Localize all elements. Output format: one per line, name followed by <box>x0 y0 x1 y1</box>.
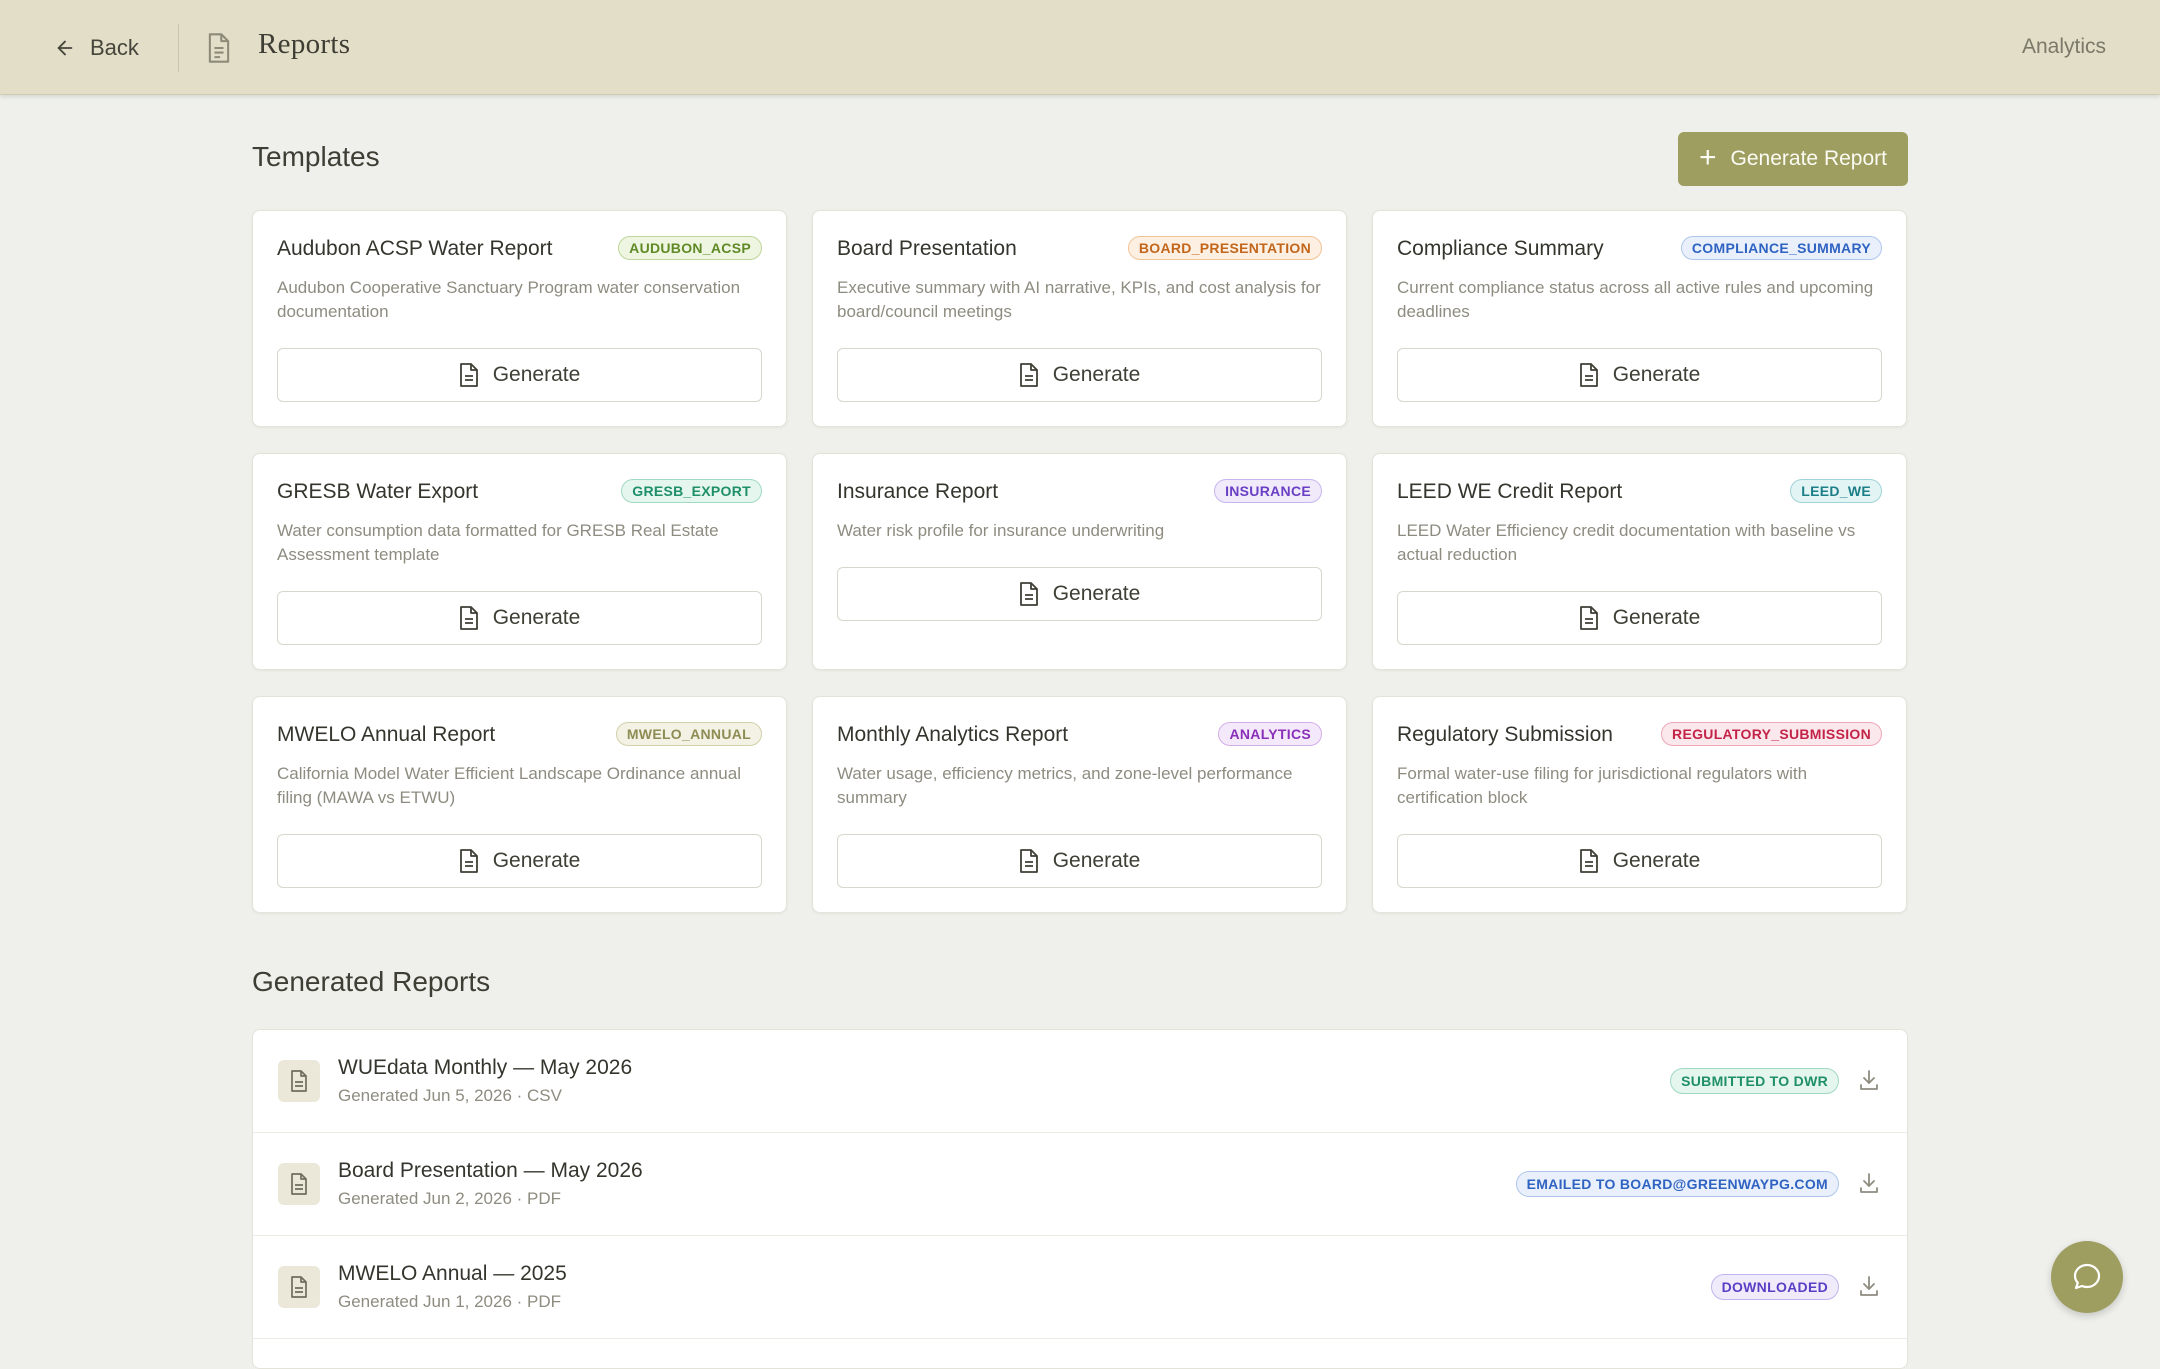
page-title: Reports <box>258 28 351 60</box>
report-name: MWELO Annual — 2025 <box>338 1262 567 1285</box>
header-divider <box>178 24 179 72</box>
download-icon[interactable] <box>1857 1171 1881 1195</box>
template-description: Water risk profile for insurance underwr… <box>837 521 1165 540</box>
generate-button[interactable]: Generate <box>837 834 1322 888</box>
arrow-left-icon <box>57 40 73 56</box>
template-description: Executive summary with AI narrative, KPI… <box>837 278 1321 321</box>
template-name: Monthly Analytics Report <box>837 723 1069 746</box>
generate-button[interactable]: Generate <box>277 348 762 402</box>
report-file-icon <box>278 1163 320 1205</box>
templates-heading: Templates <box>252 141 380 172</box>
template-name: Board Presentation <box>837 237 1017 260</box>
template-name: Regulatory Submission <box>1397 723 1613 746</box>
template-name: Compliance Summary <box>1397 237 1604 260</box>
report-status-badge: DOWNLOADED <box>1710 1274 1839 1300</box>
report-row[interactable]: Board Presentation — May 2026 Generated J… <box>253 1133 1907 1236</box>
template-description: Water usage, efficiency metrics, and zon… <box>837 764 1293 807</box>
template-description: Current compliance status across all act… <box>1397 278 1874 321</box>
generate-button[interactable]: Generate <box>1397 591 1882 645</box>
file-text-icon <box>1019 582 1038 606</box>
generate-report-label: Generate Report <box>1730 147 1887 170</box>
report-row[interactable]: MWELO Annual — 2025 Generated Jun 1, 2026… <box>253 1236 1907 1339</box>
report-meta: Generated Jun 1, 2026 · PDF <box>338 1292 562 1311</box>
template-description: Formal water-use filing for jurisdiction… <box>1397 764 1808 807</box>
report-row[interactable]: WUEdata Monthly — May 2026 Generated Jun … <box>253 1030 1907 1133</box>
template-badge: LEED_WE <box>1790 479 1882 503</box>
generate-label: Generate <box>1052 582 1141 605</box>
template-card: Compliance Summary COMPLIANCE_SUMMARY Curr… <box>1372 210 1907 427</box>
template-name: Audubon ACSP Water Report <box>277 237 553 260</box>
file-text-icon <box>459 606 478 630</box>
generate-report-button[interactable]: + Generate Report <box>1678 132 1908 186</box>
template-badge: ANALYTICS <box>1218 722 1322 746</box>
generate-button[interactable]: Generate <box>837 348 1322 402</box>
generate-button[interactable]: Generate <box>1397 834 1882 888</box>
template-name: Insurance Report <box>837 480 999 503</box>
generate-label: Generate <box>1052 849 1141 872</box>
template-badge: MWELO_ANNUAL <box>615 722 762 746</box>
file-text-icon <box>1579 606 1598 630</box>
generate-label: Generate <box>492 606 581 629</box>
template-badge: GRESB_EXPORT <box>621 479 762 503</box>
generate-button[interactable]: Generate <box>837 567 1322 621</box>
file-icon <box>208 33 230 63</box>
file-text-icon <box>1579 849 1598 873</box>
file-text-icon <box>1579 363 1598 387</box>
report-meta: Generated Jun 5, 2026 · CSV <box>338 1086 562 1105</box>
back-label: Back <box>90 35 139 60</box>
report-name: Board Presentation — May 2026 <box>338 1159 643 1182</box>
file-text-icon <box>1019 363 1038 387</box>
generate-label: Generate <box>1612 849 1701 872</box>
generated-reports-list: WUEdata Monthly — May 2026 Generated Jun … <box>252 1029 1908 1369</box>
template-badge: COMPLIANCE_SUMMARY <box>1680 236 1882 260</box>
template-card: MWELO Annual Report MWELO_ANNUAL Californi… <box>252 696 787 913</box>
template-name: GRESB Water Export <box>277 480 479 503</box>
generated-reports-heading: Generated Reports <box>252 966 491 997</box>
file-text-icon <box>459 363 478 387</box>
template-name: MWELO Annual Report <box>277 723 496 746</box>
report-name: WUEdata Monthly — May 2026 <box>338 1056 633 1079</box>
report-file-icon <box>278 1060 320 1102</box>
template-card: Board Presentation BOARD_PRESENTATION Exec… <box>812 210 1347 427</box>
generate-button[interactable]: Generate <box>1397 348 1882 402</box>
chat-button[interactable] <box>2051 1241 2123 1313</box>
back-button[interactable]: Back <box>54 30 139 66</box>
template-description: Water consumption data formatted for GRE… <box>277 521 719 564</box>
nav-analytics-link[interactable]: Analytics <box>2022 35 2106 59</box>
top-bar: Back Reports Analytics <box>0 0 2160 95</box>
template-card: LEED WE Credit Report LEED_WE LEED Water E… <box>1372 453 1907 670</box>
report-meta: Generated Jun 2, 2026 · PDF <box>338 1189 562 1208</box>
template-badge: REGULATORY_SUBMISSION <box>1661 722 1882 746</box>
template-card: Regulatory Submission REGULATORY_SUBMISSI… <box>1372 696 1907 913</box>
report-status-badge: SUBMITTED TO DWR <box>1670 1068 1839 1094</box>
report-file-icon <box>278 1266 320 1308</box>
template-description: Audubon Cooperative Sanctuary Program wa… <box>277 278 741 321</box>
generate-label: Generate <box>1612 606 1701 629</box>
template-name: LEED WE Credit Report <box>1397 480 1623 503</box>
generate-label: Generate <box>492 363 581 386</box>
template-badge: INSURANCE <box>1214 479 1322 503</box>
generate-label: Generate <box>1612 363 1701 386</box>
report-status-badge: EMAILED TO BOARD@GREENWAYPG.COM <box>1515 1171 1839 1197</box>
template-card: Monthly Analytics Report ANALYTICS Water u… <box>812 696 1347 913</box>
chat-bubble-icon <box>2073 1263 2101 1290</box>
template-badge: AUDUBON_ACSP <box>618 236 762 260</box>
template-badge: BOARD_PRESENTATION <box>1127 236 1322 260</box>
download-icon[interactable] <box>1857 1274 1881 1298</box>
template-card: GRESB Water Export GRESB_EXPORT Water cons… <box>252 453 787 670</box>
generate-button[interactable]: Generate <box>277 591 762 645</box>
template-description: LEED Water Efficiency credit documentati… <box>1397 521 1856 564</box>
template-description: California Model Water Efficient Landsca… <box>277 764 741 807</box>
download-icon[interactable] <box>1857 1068 1881 1092</box>
template-card: Insurance Report INSURANCE Water risk prof… <box>812 453 1347 670</box>
generate-button[interactable]: Generate <box>277 834 762 888</box>
generate-label: Generate <box>492 849 581 872</box>
plus-icon: + <box>1699 140 1717 174</box>
template-card: Audubon ACSP Water Report AUDUBON_ACSP Aud… <box>252 210 787 427</box>
file-text-icon <box>459 849 478 873</box>
generate-label: Generate <box>1052 363 1141 386</box>
file-text-icon <box>1019 849 1038 873</box>
